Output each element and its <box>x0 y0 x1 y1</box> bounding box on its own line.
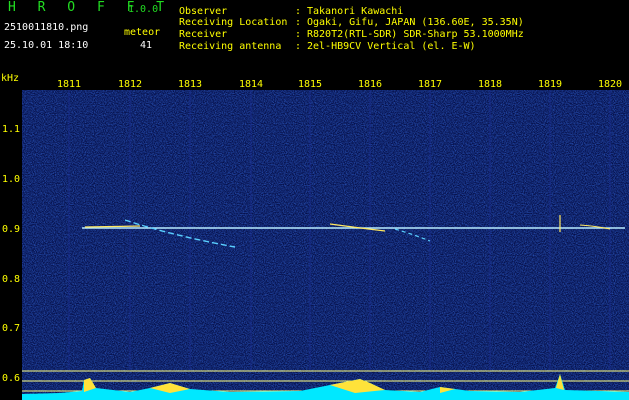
y-axis-unit: kHz <box>1 73 20 84</box>
x-tick-label: 1811 <box>56 79 82 90</box>
receiver-label: Receiver <box>179 29 228 40</box>
file-name: 2510011810.png <box>4 22 89 33</box>
spectrogram <box>22 90 629 400</box>
x-tick-label: 1820 <box>597 79 623 90</box>
receiver-row: Receiver : R820T2(RTL-SDR) SDR-Sharp 53.… <box>179 29 524 41</box>
y-tick-label: 0.6 <box>2 373 21 384</box>
location-colon: : <box>295 17 302 28</box>
x-tick-label: 1819 <box>537 79 563 90</box>
header-panel: H R O F F T 1.0.0 2510011810.png 25.10.0… <box>0 0 629 72</box>
x-tick-label: 1812 <box>117 79 143 90</box>
y-tick-label: 1.0 <box>2 174 21 185</box>
antenna-row: Receiving antenna : 2el-HB9CV Vertical (… <box>179 41 476 53</box>
noise-layer <box>22 90 629 400</box>
meteor-label: meteor <box>124 27 161 38</box>
x-tick-label: 1817 <box>417 79 443 90</box>
antenna-label: Receiving antenna <box>179 41 282 52</box>
location-row: Receiving Location : Ogaki, Gifu, JAPAN … <box>179 17 524 29</box>
antenna-colon: : <box>295 41 302 52</box>
y-tick-label: 0.8 <box>2 274 21 285</box>
antenna-value: 2el-HB9CV Vertical (el. E-W) <box>307 41 476 52</box>
date-time: 25.10.01 18:10 <box>4 40 89 51</box>
x-tick-label: 1813 <box>177 79 203 90</box>
receiver-value: R820T2(RTL-SDR) SDR-Sharp 53.1000MHz <box>307 29 524 40</box>
x-tick-label: 1818 <box>477 79 503 90</box>
x-tick-label: 1814 <box>238 79 264 90</box>
y-tick-label: 1.1 <box>2 124 21 135</box>
y-tick-label: 0.7 <box>2 323 21 334</box>
receiver-colon: : <box>295 29 302 40</box>
location-value: Ogaki, Gifu, JAPAN (136.60E, 35.35N) <box>307 17 524 28</box>
app-version: 1.0.0 <box>128 4 159 15</box>
x-tick-label: 1815 <box>297 79 323 90</box>
meteor-count: 41 <box>140 40 153 51</box>
location-label: Receiving Location <box>179 17 288 28</box>
observer-label: Observer <box>179 6 228 17</box>
x-tick-label: 1816 <box>357 79 383 90</box>
y-tick-label: 0.9 <box>2 224 21 235</box>
